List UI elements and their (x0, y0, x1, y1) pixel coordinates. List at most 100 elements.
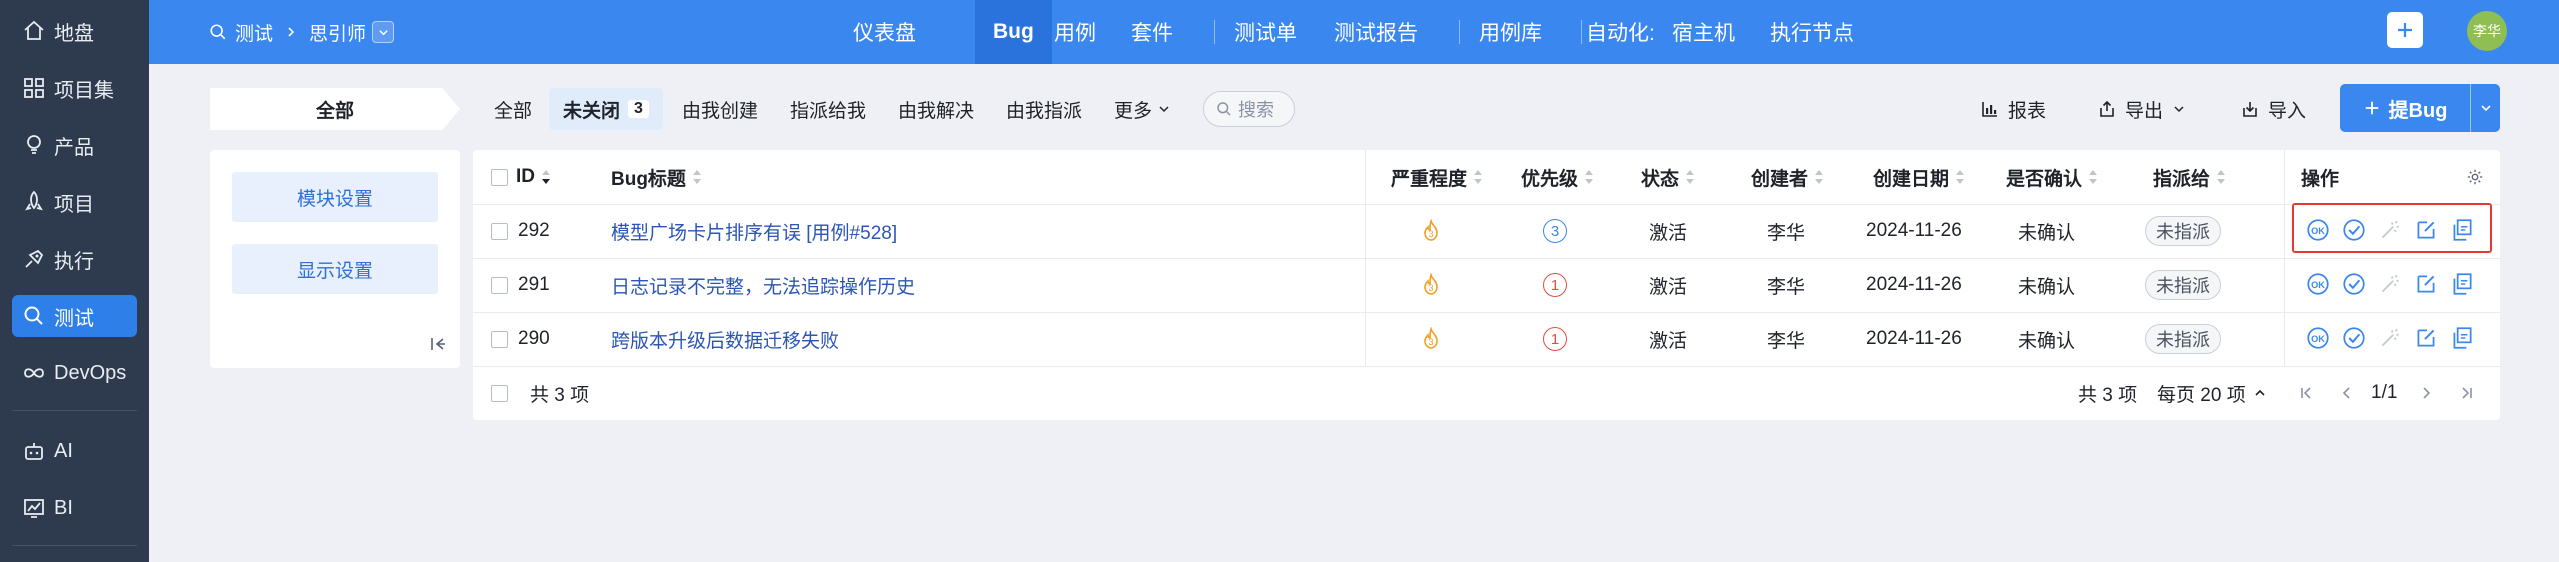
last-page-icon[interactable] (2459, 385, 2475, 401)
tab-more[interactable]: 更多 (1114, 88, 1170, 130)
display-settings-button[interactable]: 显示设置 (232, 244, 438, 294)
nav-testreport[interactable]: 测试报告 (1334, 0, 1418, 64)
col-status[interactable]: 状态 (1641, 150, 1695, 204)
col-creator[interactable]: 创建者 (1751, 150, 1824, 204)
create-bug-dropdown[interactable] (2471, 102, 2500, 114)
col-id[interactable]: ID (491, 150, 551, 204)
first-page-icon[interactable] (2298, 385, 2314, 401)
sidebar-item-test[interactable]: 测试 (12, 295, 137, 337)
sidebar-item-execution[interactable]: 执行 (12, 238, 137, 280)
nav-case[interactable]: 用例 (1054, 0, 1096, 64)
col-priority[interactable]: 优先级 (1521, 150, 1594, 204)
collapse-panel-icon[interactable] (428, 334, 448, 354)
bug-title-link[interactable]: 日志记录不完整，无法追踪操作历史 (611, 258, 915, 312)
bug-title-link[interactable]: 模型广场卡片排序有误 [用例#528] (611, 204, 897, 258)
export-button[interactable]: 导出 (2097, 88, 2185, 130)
column-divider (1365, 150, 1366, 366)
sidebar-item-bi[interactable]: BI (12, 487, 137, 529)
sort-icon (542, 170, 550, 184)
assignee-pill[interactable]: 未指派 (2145, 216, 2221, 246)
prev-page-icon[interactable] (2339, 385, 2355, 401)
tab-resolved-by-me[interactable]: 由我解决 (898, 88, 974, 130)
row-checkbox[interactable] (491, 222, 508, 240)
copy-icon[interactable] (2449, 325, 2475, 351)
col-confirmed[interactable]: 是否确认 (2006, 150, 2098, 204)
edit-icon[interactable] (2413, 271, 2439, 297)
nav-caselib[interactable]: 用例库 (1479, 0, 1542, 64)
tab-all[interactable]: 全部 (494, 88, 532, 130)
product-switcher-button[interactable] (372, 21, 395, 43)
scope-selector[interactable]: 全部 (210, 88, 460, 130)
status-cell: 激活 (1649, 276, 1688, 298)
nav-dashboard[interactable]: 仪表盘 (853, 0, 916, 64)
col-assignee[interactable]: 指派给 (2153, 150, 2226, 204)
user-avatar[interactable]: 李华 (2467, 11, 2507, 51)
assignee-cell[interactable]: 未指派 (2145, 312, 2221, 366)
create-bug-label: 提Bug (2388, 99, 2448, 122)
report-button[interactable]: 报表 (1980, 88, 2046, 130)
sidebar-item-product[interactable]: 产品 (12, 124, 137, 166)
table-row-id[interactable]: 291 (491, 258, 550, 312)
resolve-icon[interactable] (2341, 271, 2367, 297)
col-title[interactable]: Bug标题 (611, 150, 702, 204)
select-all-checkbox[interactable] (491, 168, 508, 186)
status-cell: 激活 (1649, 330, 1688, 352)
bug-id: 292 (518, 220, 550, 241)
tab-assigned-by-me[interactable]: 由我指派 (1006, 88, 1082, 130)
nav-divider (1459, 20, 1460, 44)
assignee-pill[interactable]: 未指派 (2145, 270, 2221, 300)
confirm-icon[interactable]: OK (2305, 271, 2331, 297)
svg-text:3: 3 (1428, 229, 1433, 239)
footer-select-checkbox[interactable] (491, 384, 508, 402)
sidebar-item-devops[interactable]: DevOps (12, 352, 137, 394)
table-row-id[interactable]: 290 (491, 312, 550, 366)
nav-host[interactable]: 宿主机 (1672, 0, 1735, 64)
assignee-pill[interactable]: 未指派 (2145, 324, 2221, 354)
tab-unclosed[interactable]: 未关闭 3 (549, 88, 663, 130)
gear-icon[interactable] (2466, 168, 2484, 186)
confirm-icon[interactable]: OK (2305, 325, 2331, 351)
report-label: 报表 (2008, 100, 2047, 122)
sidebar-item-program[interactable]: 项目集 (12, 67, 137, 109)
assignee-cell[interactable]: 未指派 (2145, 258, 2221, 312)
import-icon (2243, 102, 2257, 117)
edit-icon[interactable] (2413, 325, 2439, 351)
breadcrumb-module[interactable]: 测试 (235, 19, 273, 46)
create-bug-button[interactable]: 提Bug (2340, 84, 2500, 132)
copy-icon[interactable] (2449, 271, 2475, 297)
search-icon (210, 24, 226, 40)
global-create-button[interactable] (2387, 12, 2423, 48)
table-footer-select[interactable]: 共 3 项 (491, 366, 589, 420)
create-bug-main[interactable]: 提Bug (2340, 94, 2470, 123)
tab-created-by-me[interactable]: 由我创建 (682, 88, 758, 130)
row-checkbox[interactable] (491, 330, 508, 348)
import-button[interactable]: 导入 (2240, 88, 2306, 130)
sort-icon (1474, 170, 1483, 184)
nav-testtask[interactable]: 测试单 (1234, 0, 1297, 64)
module-settings-button[interactable]: 模块设置 (232, 172, 438, 222)
creator-cell: 李华 (1767, 276, 1806, 298)
assignee-cell[interactable]: 未指派 (2145, 204, 2221, 258)
col-created-date[interactable]: 创建日期 (1873, 150, 1965, 204)
col-actions: 操作 (2301, 168, 2340, 190)
resolve-icon[interactable] (2341, 325, 2367, 351)
per-page-selector[interactable]: 每页 20 项 (2157, 366, 2266, 420)
tab-label: 更多 (1114, 100, 1153, 122)
row-checkbox[interactable] (491, 276, 508, 294)
tab-assigned-to-me[interactable]: 指派给我 (790, 88, 866, 130)
bug-title-link[interactable]: 跨版本升级后数据迁移失败 (611, 312, 839, 366)
sidebar-item-label: 执行 (54, 250, 94, 273)
priority-badge: 1 (1543, 327, 1567, 351)
search-button[interactable]: 搜索 (1203, 91, 1295, 127)
sidebar-item-dashboard[interactable]: 地盘 (12, 10, 137, 52)
next-page-icon[interactable] (2418, 385, 2434, 401)
breadcrumb-product[interactable]: 思引师 (309, 19, 366, 46)
nav-suite[interactable]: 套件 (1131, 0, 1173, 64)
table-row-id[interactable]: 292 (491, 204, 550, 258)
sidebar-item-project[interactable]: 项目 (12, 181, 137, 223)
col-severity[interactable]: 严重程度 (1391, 150, 1483, 204)
sidebar-item-ai[interactable]: AI (12, 430, 137, 472)
sidebar-item-label: 项目 (54, 193, 94, 216)
nav-bug[interactable]: Bug (975, 0, 1052, 64)
nav-exec-node[interactable]: 执行节点 (1770, 0, 1854, 64)
